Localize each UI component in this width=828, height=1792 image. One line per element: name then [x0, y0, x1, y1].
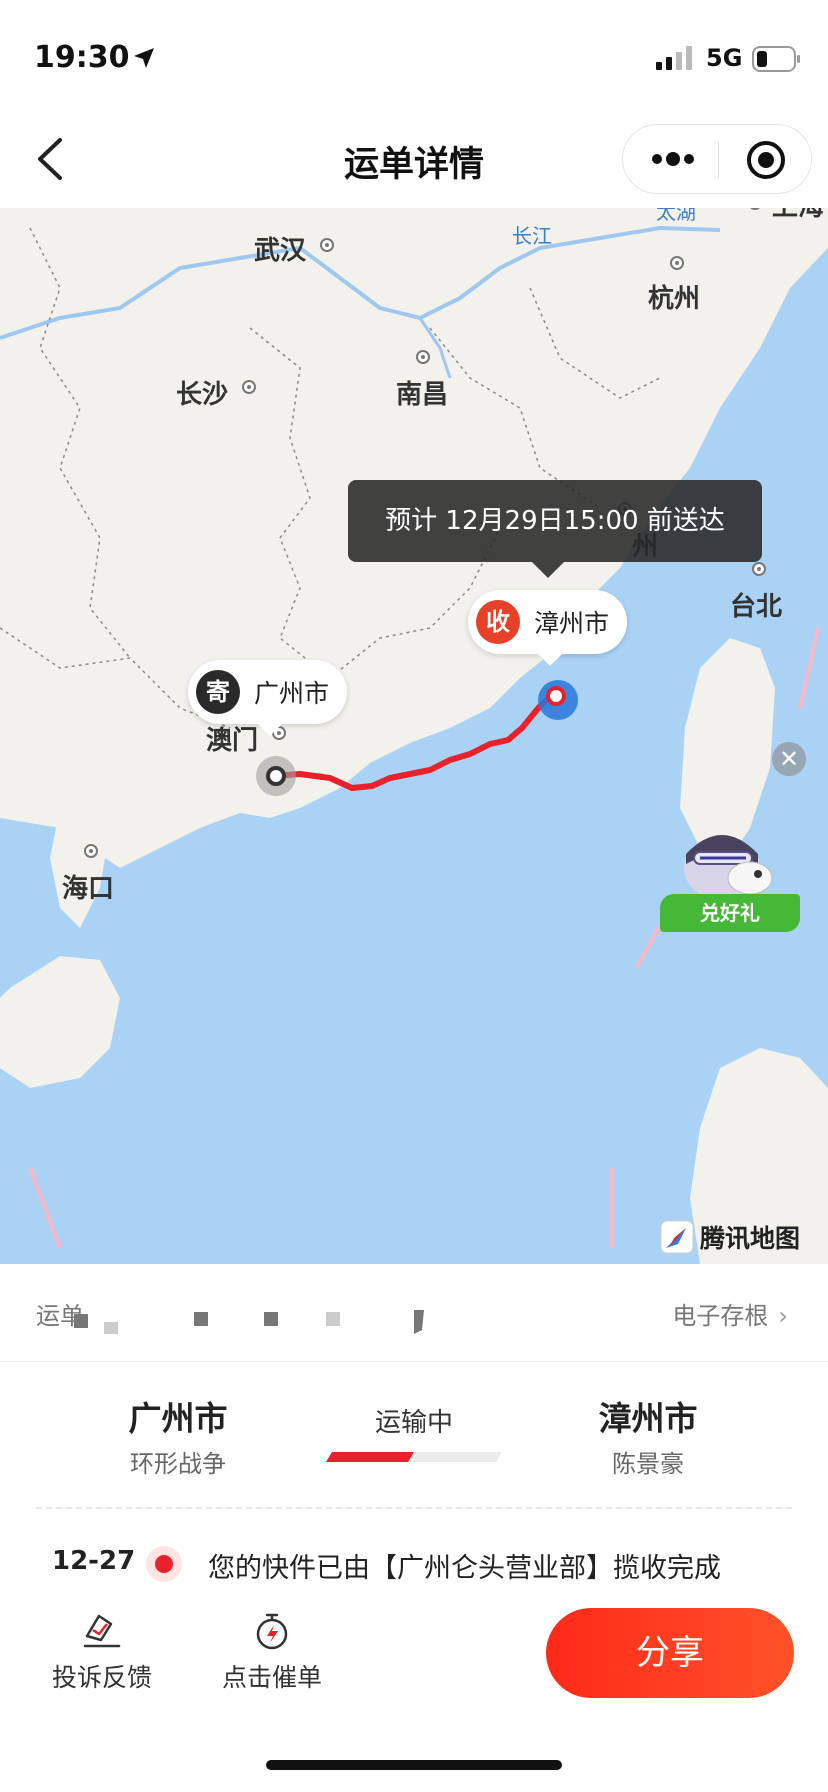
destination-city: 漳州市: [534, 609, 610, 638]
map-view[interactable]: 武汉 长沙 南昌 杭州 上海 太湖 长江 澳门 海口 台北 州 预计 12月29…: [0, 208, 828, 1264]
route-from-city: 广州市: [128, 1399, 228, 1438]
city-dot: [670, 256, 684, 270]
stopwatch-icon: [256, 1613, 288, 1650]
map-provider-logo: 腾讯地图: [660, 1218, 800, 1256]
route-summary: 广州市 环形战争 运输中 漳州市 陈景豪: [0, 1362, 828, 1522]
river-label-changjiang: 长江: [512, 224, 552, 248]
archive-link-label: 电子存根: [672, 1302, 769, 1330]
status-bar: 19:30 5G: [0, 0, 828, 110]
nav-bar: 运单详情: [0, 110, 828, 208]
receive-badge: 收: [476, 600, 520, 644]
complaint-label: 投诉反馈: [51, 1663, 152, 1692]
location-arrow-icon: [134, 48, 154, 68]
promo-widget[interactable]: 兑好礼: [660, 808, 800, 938]
origin-marker[interactable]: [256, 756, 296, 796]
event-text: 您的快件已由【广州仑头营业部】揽收完成: [208, 1553, 721, 1584]
city-label-changsha: 长沙: [176, 380, 229, 410]
map-provider-name: 腾讯地图: [700, 1224, 801, 1253]
city-label-shanghai: 上海: [772, 208, 824, 223]
origin-city: 广州市: [254, 679, 330, 708]
status-time: 19:30: [34, 40, 130, 75]
city-dot: [416, 350, 430, 364]
archive-link[interactable]: 电子存根 ›: [672, 1296, 788, 1331]
battery-icon: [752, 46, 800, 72]
city-label-wuhan: 武汉: [254, 236, 307, 266]
signal-icon: [656, 46, 692, 70]
route-from-person: 环形战争: [130, 1450, 226, 1478]
event-date: 12-27: [52, 1546, 136, 1576]
event-dot-icon: [146, 1546, 182, 1582]
section-divider: [36, 1507, 792, 1509]
city-label-haikou: 海口: [62, 874, 115, 904]
chevron-right-icon: ›: [778, 1302, 788, 1330]
send-badge: 寄: [196, 670, 240, 714]
destination-label[interactable]: 收 漳州市: [468, 590, 628, 666]
promo-button[interactable]: 兑好礼: [660, 894, 800, 932]
share-button[interactable]: 分享: [546, 1608, 794, 1698]
capsule-divider: [718, 141, 719, 179]
city-label-macau: 澳门: [206, 726, 259, 756]
city-label-hangzhou: 杭州: [648, 284, 701, 314]
close-promo-icon[interactable]: ✕: [772, 742, 806, 776]
route-to-person: 陈景豪: [612, 1450, 684, 1478]
destination-marker[interactable]: [538, 680, 578, 720]
home-indicator: [266, 1760, 562, 1770]
latest-tracking-event[interactable]: 12-27 您的快件已由【广州仑头营业部】揽收完成: [0, 1526, 828, 1606]
waybill-number-masked: [74, 1310, 424, 1334]
lake-label-taihu: 太湖: [656, 208, 696, 224]
mini-program-capsule: [622, 124, 812, 194]
route-to-city: 漳州市: [598, 1399, 698, 1438]
waybill-row: 运单 电子存根 ›: [0, 1264, 828, 1362]
route-status: 运输中: [374, 1408, 453, 1438]
target-icon[interactable]: [745, 139, 787, 181]
bottom-action-bar: 投诉反馈 点击催单 分享: [0, 1600, 828, 1712]
city-dot: [84, 844, 98, 858]
feedback-icon: [83, 1614, 121, 1648]
city-label-taibei: 台北: [730, 592, 783, 622]
tencent-map-logo-icon: [660, 1220, 694, 1254]
urge-label: 点击催单: [221, 1663, 322, 1692]
city-label-nanchang: 南昌: [396, 380, 449, 410]
city-dot: [752, 562, 766, 576]
transit-progress-fill: [326, 1452, 414, 1462]
eta-tooltip: 预计 12月29日15:00 前送达: [348, 480, 762, 578]
transit-progress-bar: [326, 1452, 502, 1462]
network-type: 5G: [706, 44, 743, 72]
complaint-button[interactable]: 投诉反馈: [42, 1610, 162, 1694]
city-dot: [242, 380, 256, 394]
mascot-icon: [684, 835, 773, 898]
urge-button[interactable]: 点击催单: [212, 1610, 332, 1694]
city-dot: [320, 238, 334, 252]
origin-label[interactable]: 寄 广州市: [188, 660, 348, 736]
more-dots-icon[interactable]: [649, 147, 697, 171]
map-base: [0, 208, 828, 1264]
